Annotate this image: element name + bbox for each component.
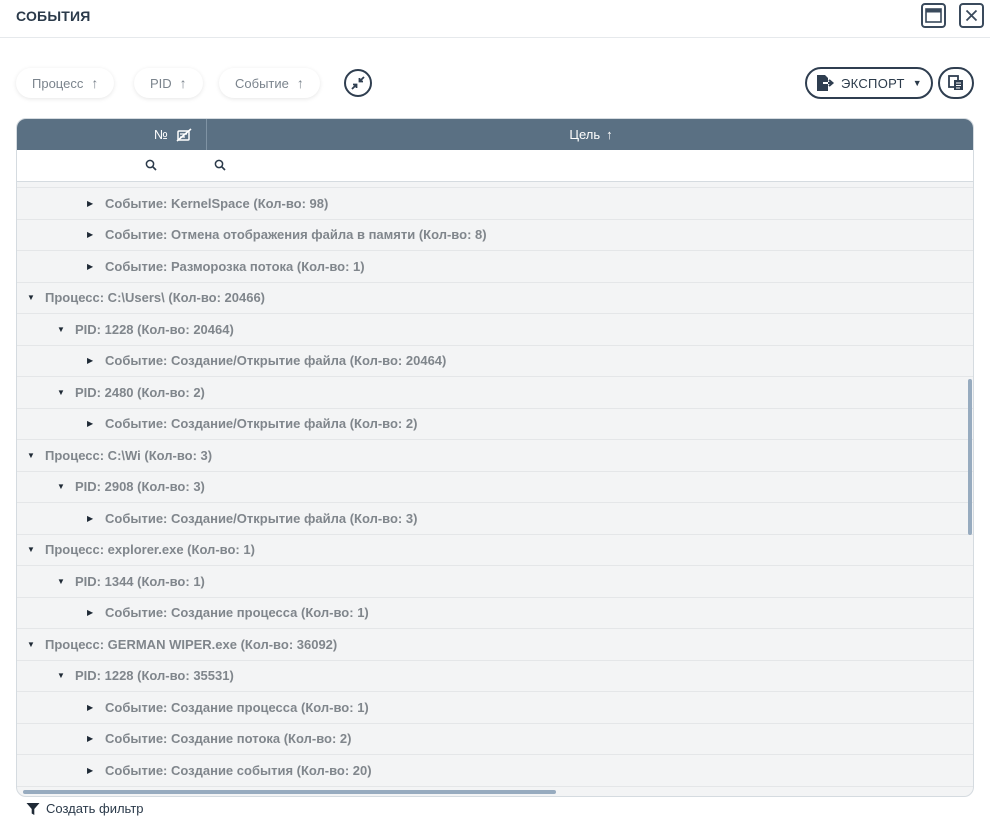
grouping-toolbar: Процесс ↑ PID ↑ Событие ↑ ЭКСПОРТ ▼ [16, 66, 976, 100]
caret-right-icon[interactable]: ▶ [87, 766, 105, 775]
table-row[interactable]: ▶ Событие: Создание/Открытие файла (Кол-в… [17, 503, 973, 535]
vertical-scrollbar[interactable] [968, 379, 972, 535]
caret-right-icon[interactable]: ▶ [87, 608, 105, 617]
row-label: Событие: Создание события (Кол-во: 20) [105, 762, 372, 778]
caret-down-icon[interactable]: ▼ [27, 451, 45, 460]
table-row[interactable]: ▼ PID: 1228 (Кол-во: 35531) [17, 661, 973, 692]
row-label: Событие: KernelSpace (Кол-во: 98) [105, 195, 329, 211]
group-chip-pid[interactable]: PID ↑ [134, 68, 203, 98]
window-title: СОБЫТИЯ [16, 8, 91, 24]
group-chip-label: PID [150, 75, 172, 91]
table-row[interactable]: ▶ Событие: Создание процесса (Кол-во: 1) [17, 598, 973, 629]
copy-button[interactable] [938, 67, 974, 99]
create-filter-label: Создать фильтр [46, 801, 144, 816]
chevron-down-icon: ▼ [912, 78, 922, 88]
table-row[interactable]: ▶ Событие: Создание процесса (Кол-во: 1) [17, 692, 973, 724]
caret-down-icon[interactable]: ▼ [57, 577, 75, 586]
row-label: Событие: Создание/Открытие файла (Кол-во… [105, 510, 418, 526]
export-file-icon [817, 75, 835, 91]
row-label: Событие: Создание/Открытие файла (Кол-во… [105, 353, 447, 369]
column-filter-row [17, 150, 973, 182]
row-label: Событие: Разморозка потока (Кол-во: 1) [105, 258, 365, 274]
column-header-number[interactable]: № [17, 119, 207, 150]
title-bar: СОБЫТИЯ [0, 0, 990, 38]
table-row[interactable]: ▶ Событие: Отмена отображения файла в пам… [17, 220, 973, 251]
tree-rows: ▶ Событие: KernelSpace (Кол-во: 98) ▶ Событ… [17, 182, 973, 787]
row-label: Событие: Отмена отображения файла в памя… [105, 227, 487, 243]
hide-column-icon[interactable] [176, 127, 192, 142]
group-chip-event[interactable]: Событие ↑ [219, 68, 320, 98]
grid-header: № Цель ↑ [17, 119, 973, 150]
search-icon[interactable] [145, 159, 157, 171]
row-label: Событие: Создание потока (Кол-во: 2) [105, 731, 352, 747]
sort-arrow-icon: ↑ [606, 127, 613, 142]
caret-down-icon[interactable]: ▼ [57, 388, 75, 397]
table-row[interactable]: ▼ PID: 1344 (Кол-во: 1) [17, 566, 973, 598]
sort-arrow-icon: ↑ [296, 75, 304, 91]
create-filter-link[interactable]: Создать фильтр [26, 801, 144, 816]
row-label: PID: 2480 (Кол-во: 2) [75, 384, 205, 400]
caret-down-icon[interactable]: ▼ [57, 325, 75, 334]
caret-down-icon[interactable]: ▼ [27, 545, 45, 554]
caret-right-icon[interactable]: ▶ [87, 230, 105, 239]
row-label: PID: 1228 (Кол-во: 20464) [75, 321, 234, 337]
caret-down-icon[interactable]: ▼ [27, 640, 45, 649]
row-label: PID: 1344 (Кол-во: 1) [75, 573, 205, 589]
row-label: Событие: Создание/Открытие файла (Кол-во… [105, 416, 418, 432]
caret-down-icon[interactable]: ▼ [57, 482, 75, 491]
table-row[interactable]: ▼ Процесс: explorer.exe (Кол-во: 1) [17, 535, 973, 566]
row-label: Событие: Создание процесса (Кол-во: 1) [105, 699, 369, 715]
sort-arrow-icon: ↑ [179, 75, 187, 91]
row-label: PID: 2908 (Кол-во: 3) [75, 479, 205, 495]
caret-right-icon[interactable]: ▶ [87, 734, 105, 743]
grid-body[interactable]: ▶ Событие: KernelSpace (Кол-во: 98) ▶ Событ… [17, 182, 973, 796]
row-label: PID: 1228 (Кол-во: 35531) [75, 668, 234, 684]
caret-right-icon[interactable]: ▶ [87, 703, 105, 712]
table-row[interactable]: ▶ Событие: KernelSpace (Кол-во: 98) [17, 188, 973, 220]
table-row[interactable]: ▼ Процесс: C:\Users\ (Кол-во: 20466) [17, 283, 973, 314]
table-row[interactable]: ▼ Процесс: C:\Wi (Кол-во: 3) [17, 440, 973, 472]
table-row[interactable]: ▶ Событие: Создание/Открытие файла (Кол-в… [17, 346, 973, 377]
table-row[interactable]: ▼ Процесс: GERMAN WIPER.exe (Кол-во: 3609… [17, 629, 973, 661]
collapse-arrows-icon [351, 76, 365, 90]
copy-icon [948, 75, 963, 90]
table-row[interactable]: ▶ Событие: Создание/Открытие файла (Кол-в… [17, 409, 973, 440]
table-row[interactable]: ▼ PID: 1228 (Кол-во: 20464) [17, 314, 973, 346]
group-chip-process[interactable]: Процесс ↑ [16, 68, 115, 98]
horizontal-scrollbar[interactable] [23, 790, 556, 794]
table-row[interactable]: ▶ Событие: Создание потока (Кол-во: 2) [17, 724, 973, 755]
row-label: Событие: Создание процесса (Кол-во: 1) [105, 605, 369, 621]
events-grid: № Цель ↑ ▶ Событие: KernelSpace (Кол-во: … [16, 118, 974, 797]
funnel-icon [26, 802, 40, 815]
row-label: Процесс: C:\Wi (Кол-во: 3) [45, 447, 213, 463]
table-row[interactable]: ▼ PID: 2908 (Кол-во: 3) [17, 472, 973, 503]
collapse-all-button[interactable] [344, 69, 372, 97]
column-target-label: Цель [569, 127, 601, 142]
caret-right-icon[interactable]: ▶ [87, 199, 105, 208]
table-row[interactable]: ▼ PID: 2480 (Кол-во: 2) [17, 377, 973, 409]
caret-right-icon[interactable]: ▶ [87, 262, 105, 271]
search-icon[interactable] [214, 159, 226, 171]
export-label: ЭКСПОРТ [841, 75, 905, 91]
table-row[interactable]: ▶ Событие: Разморозка потока (Кол-во: 1) [17, 251, 973, 283]
caret-right-icon[interactable]: ▶ [87, 419, 105, 428]
close-button[interactable] [959, 3, 984, 28]
row-label: Процесс: GERMAN WIPER.exe (Кол-во: 36092… [45, 636, 338, 652]
group-chip-label: Событие [235, 75, 289, 91]
row-label: Процесс: C:\Users\ (Кол-во: 20466) [45, 290, 266, 306]
close-icon [965, 9, 978, 22]
column-header-target[interactable]: Цель ↑ [207, 119, 973, 150]
caret-down-icon[interactable]: ▼ [27, 293, 45, 302]
caret-down-icon[interactable]: ▼ [57, 671, 75, 680]
group-chip-label: Процесс [32, 75, 84, 91]
export-button[interactable]: ЭКСПОРТ ▼ [805, 67, 933, 99]
window-maximize-icon [925, 8, 942, 23]
column-number-label: № [154, 127, 168, 142]
row-label: Процесс: explorer.exe (Кол-во: 1) [45, 542, 255, 558]
caret-right-icon[interactable]: ▶ [87, 356, 105, 365]
caret-right-icon[interactable]: ▶ [87, 514, 105, 523]
table-row[interactable]: ▶ Событие: Создание события (Кол-во: 20) [17, 755, 973, 787]
maximize-button[interactable] [921, 3, 946, 28]
sort-arrow-icon: ↑ [91, 75, 99, 91]
